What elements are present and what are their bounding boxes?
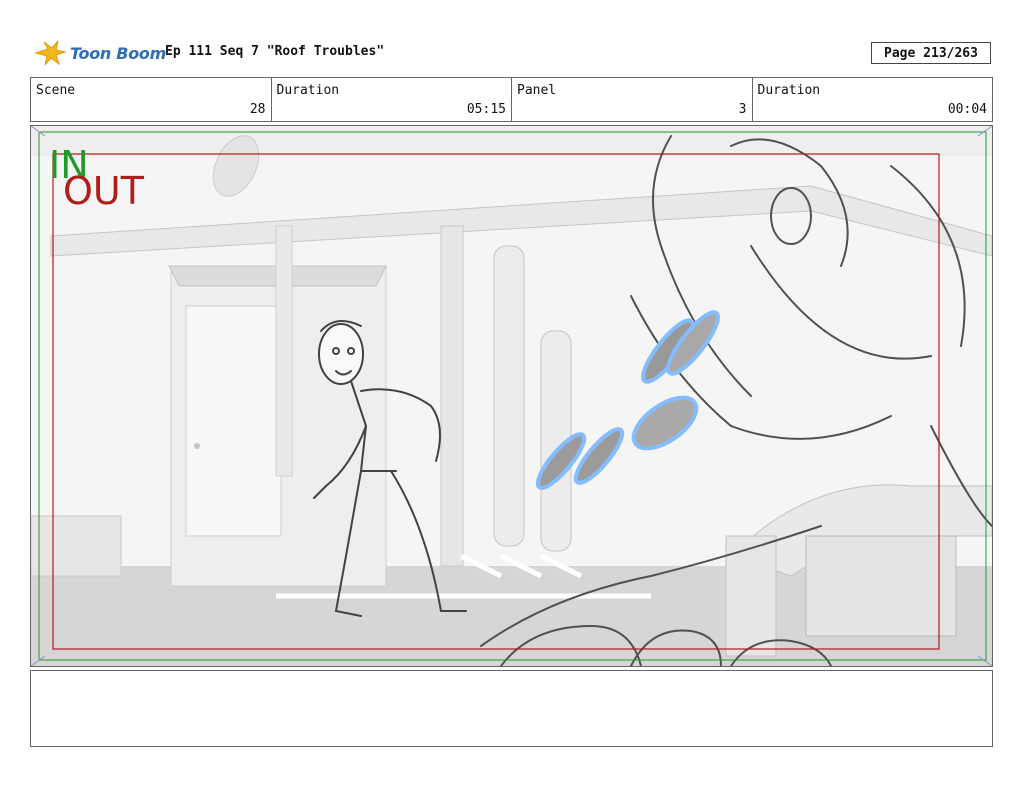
out-frame-label: OUT: [63, 169, 144, 213]
panel-label: Panel: [517, 83, 557, 98]
storyboard-drawing: [31, 126, 992, 666]
scene-value: 28: [249, 102, 266, 117]
duration-value: 05:15: [466, 102, 506, 117]
panel-notes-box[interactable]: [30, 670, 993, 747]
scene-info-row: Scene 28 Duration 05:15 Panel 3 Duration…: [30, 77, 993, 122]
storyboard-panel: IN OUT: [30, 125, 993, 667]
toon-boom-logo: Toon Boom: [34, 38, 166, 68]
duration-cell: Duration 05:15: [272, 78, 512, 121]
panel-cell: Panel 3: [512, 78, 753, 121]
page-number: Page 213/263: [871, 42, 991, 64]
starburst-icon: [34, 40, 66, 66]
duration-label: Duration: [276, 83, 340, 98]
scene-label: Scene: [36, 83, 76, 98]
panel-duration-cell: Duration 00:04: [753, 78, 993, 121]
panel-duration-label: Duration: [757, 83, 821, 98]
panel-value: 3: [738, 102, 747, 117]
document-title: Ep 111 Seq 7 "Roof Troubles": [165, 44, 385, 59]
logo-text: Toon Boom: [70, 43, 166, 63]
panel-duration-value: 00:04: [947, 102, 987, 117]
scene-cell: Scene 28: [31, 78, 272, 121]
